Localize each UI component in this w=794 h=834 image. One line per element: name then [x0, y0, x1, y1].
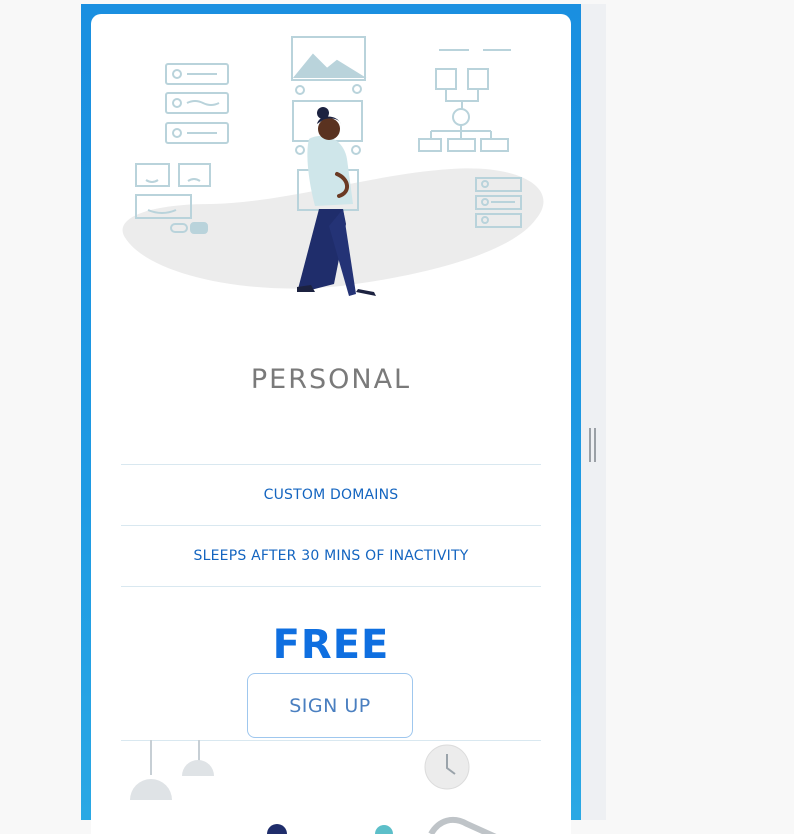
resize-handle[interactable]	[588, 428, 598, 462]
pendant-lamp-icon	[130, 760, 214, 800]
hero-illustration	[122, 36, 544, 296]
plan-card: PERSONAL CUSTOM DOMAINS SLEEPS AFTER 30 …	[91, 14, 571, 834]
plan-title: PERSONAL	[250, 364, 412, 395]
feature-item-custom-domains: CUSTOM DOMAINS	[121, 464, 541, 525]
plan-price: FREE	[272, 622, 390, 668]
feature-list: CUSTOM DOMAINS SLEEPS AFTER 30 MINS OF I…	[121, 464, 541, 587]
feature-item-sleep-policy: SLEEPS AFTER 30 MINS OF INACTIVITY	[121, 525, 541, 587]
sign-up-button[interactable]: SIGN UP	[247, 673, 413, 738]
wall-clock-icon	[424, 744, 470, 790]
